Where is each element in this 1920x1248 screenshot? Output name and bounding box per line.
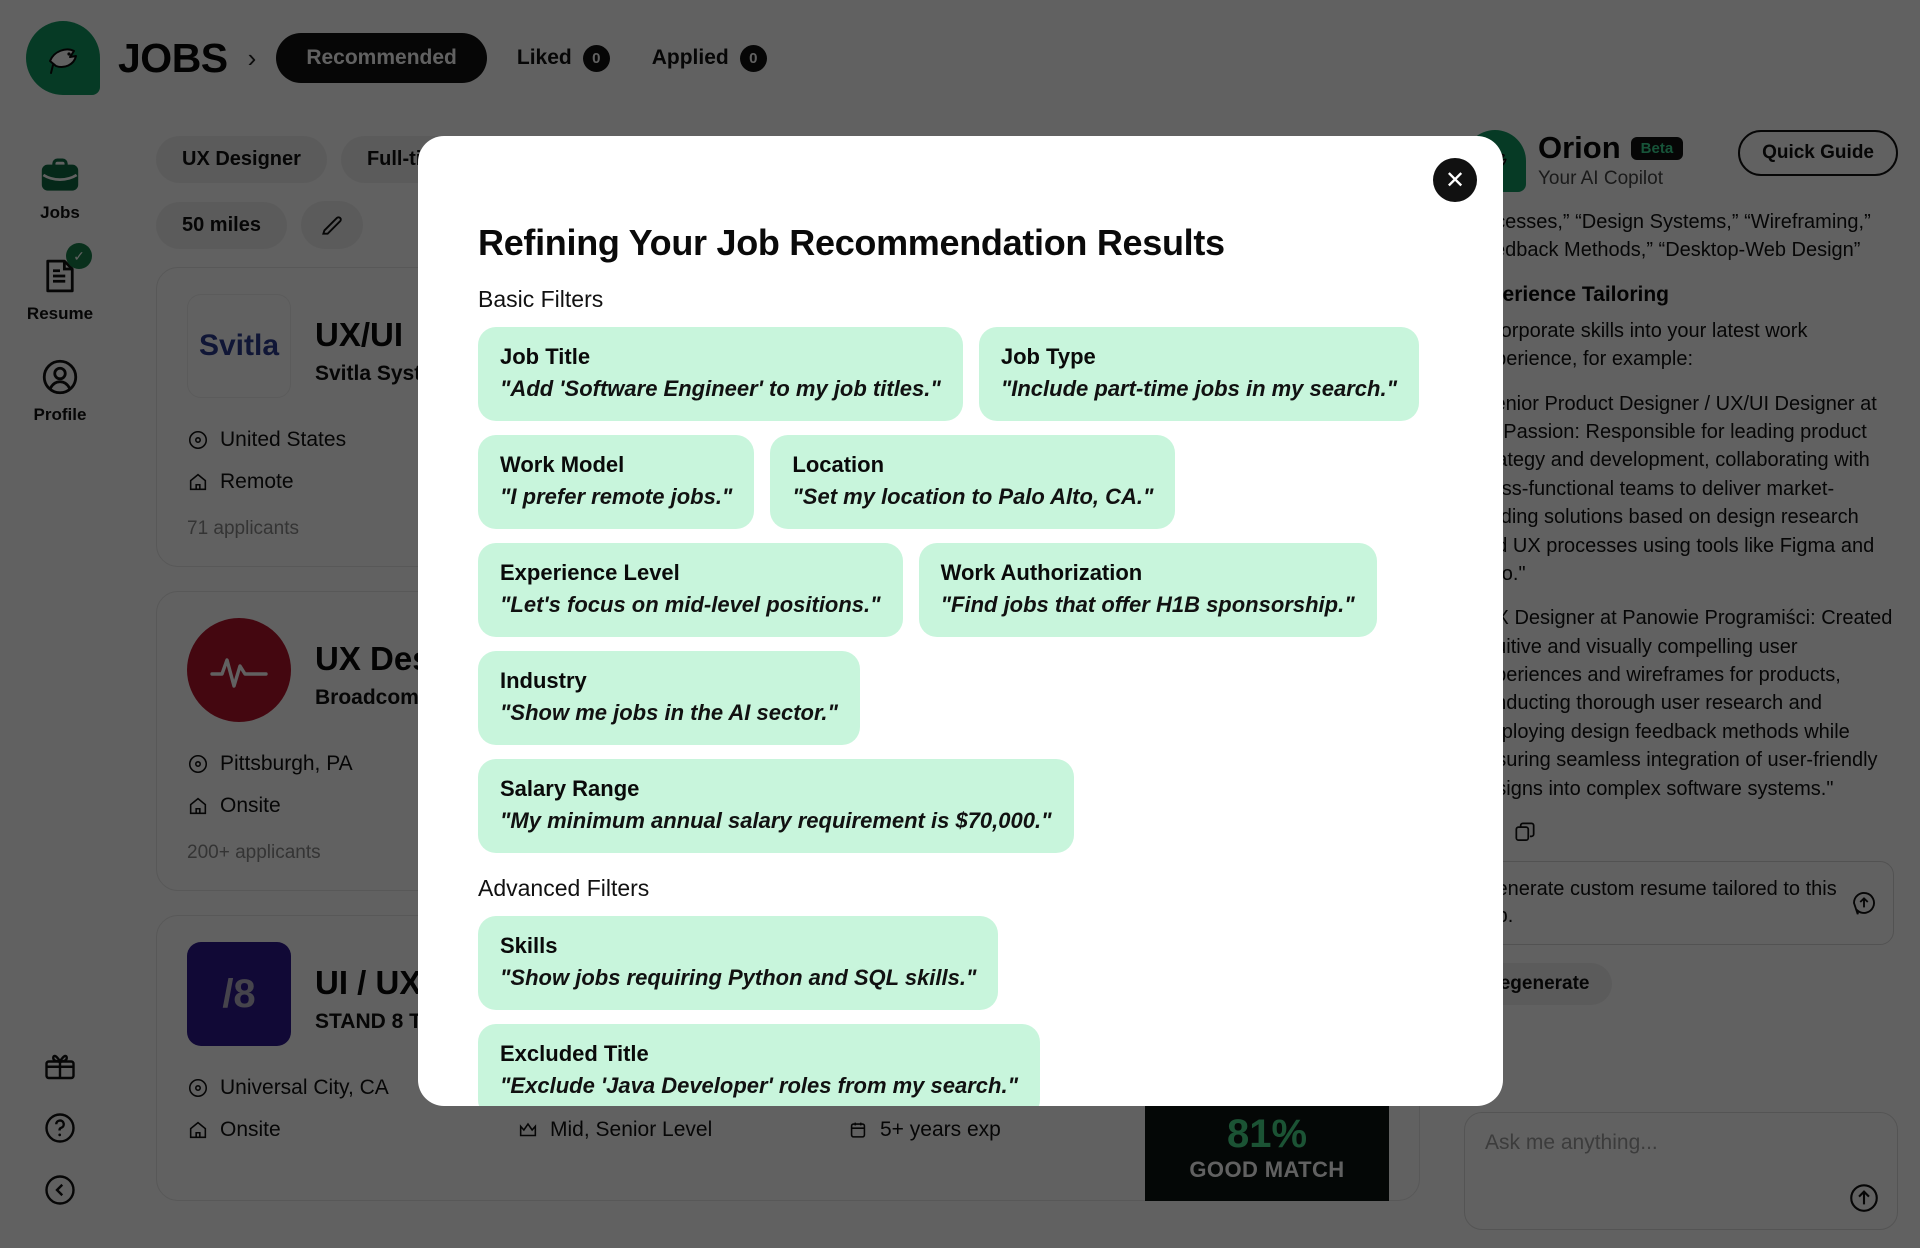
filter-card-label: Job Title <box>500 344 591 369</box>
basic-filters-label: Basic Filters <box>478 286 604 312</box>
advanced-filters-list: Skills "Show jobs requiring Python and S… <box>478 916 1437 1106</box>
filter-card-location[interactable]: Location "Set my location to Palo Alto, … <box>770 435 1176 529</box>
filter-card-label: Job Type <box>1000 344 1096 369</box>
filter-card-example: "Show jobs requiring Python and SQL skil… <box>500 965 977 990</box>
filter-card-label: Location <box>792 452 885 477</box>
filter-card-example: "Include part-time jobs in my search." <box>1000 376 1398 401</box>
filter-card-work-authorization[interactable]: Work Authorization "Find jobs that offer… <box>918 543 1377 637</box>
filter-card-skills[interactable]: Skills "Show jobs requiring Python and S… <box>478 916 999 1010</box>
filter-card-job-type[interactable]: Job Type "Include part-time jobs in my s… <box>978 327 1420 421</box>
filter-card-label: Work Model <box>500 452 625 477</box>
filter-card-example: "Show me jobs in the AI sector." <box>500 700 838 725</box>
filter-card-example: "Exclude 'Java Developer' roles from my … <box>500 1073 1019 1098</box>
filter-card-experience-level[interactable]: Experience Level "Let's focus on mid-lev… <box>478 543 903 637</box>
filter-card-example: "I prefer remote jobs." <box>500 484 733 509</box>
filter-card-excluded-title[interactable]: Excluded Title "Exclude 'Java Developer'… <box>478 1024 1041 1106</box>
close-icon[interactable]: ✕ <box>1433 158 1477 202</box>
filter-card-salary-range[interactable]: Salary Range "My minimum annual salary r… <box>478 759 1074 853</box>
filter-card-label: Salary Range <box>500 776 640 801</box>
filter-card-label: Skills <box>500 933 558 958</box>
refine-results-modal: ✕ Refining Your Job Recommendation Resul… <box>418 136 1503 1106</box>
filter-card-label: Industry <box>500 668 587 693</box>
filter-card-label: Work Authorization <box>940 560 1143 585</box>
filter-card-job-title[interactable]: Job Title "Add 'Software Engineer' to my… <box>478 327 963 421</box>
filter-card-label: Experience Level <box>500 560 680 585</box>
advanced-filters-label: Advanced Filters <box>478 875 650 901</box>
modal-body: Refining Your Job Recommendation Results… <box>418 136 1503 1106</box>
filter-card-example: "My minimum annual salary requirement is… <box>500 808 1052 833</box>
filter-card-example: "Add 'Software Engineer' to my job title… <box>500 376 941 401</box>
filter-card-label: Excluded Title <box>500 1041 649 1066</box>
modal-title: Refining Your Job Recommendation Results <box>478 222 1225 263</box>
basic-filters-list: Job Title "Add 'Software Engineer' to my… <box>478 327 1437 853</box>
filter-card-example: "Find jobs that offer H1B sponsorship." <box>940 592 1355 617</box>
filter-card-example: "Set my location to Palo Alto, CA." <box>792 484 1154 509</box>
filter-card-work-model[interactable]: Work Model "I prefer remote jobs." <box>478 435 755 529</box>
filter-card-industry[interactable]: Industry "Show me jobs in the AI sector.… <box>478 651 860 745</box>
filter-card-example: "Let's focus on mid-level positions." <box>500 592 881 617</box>
